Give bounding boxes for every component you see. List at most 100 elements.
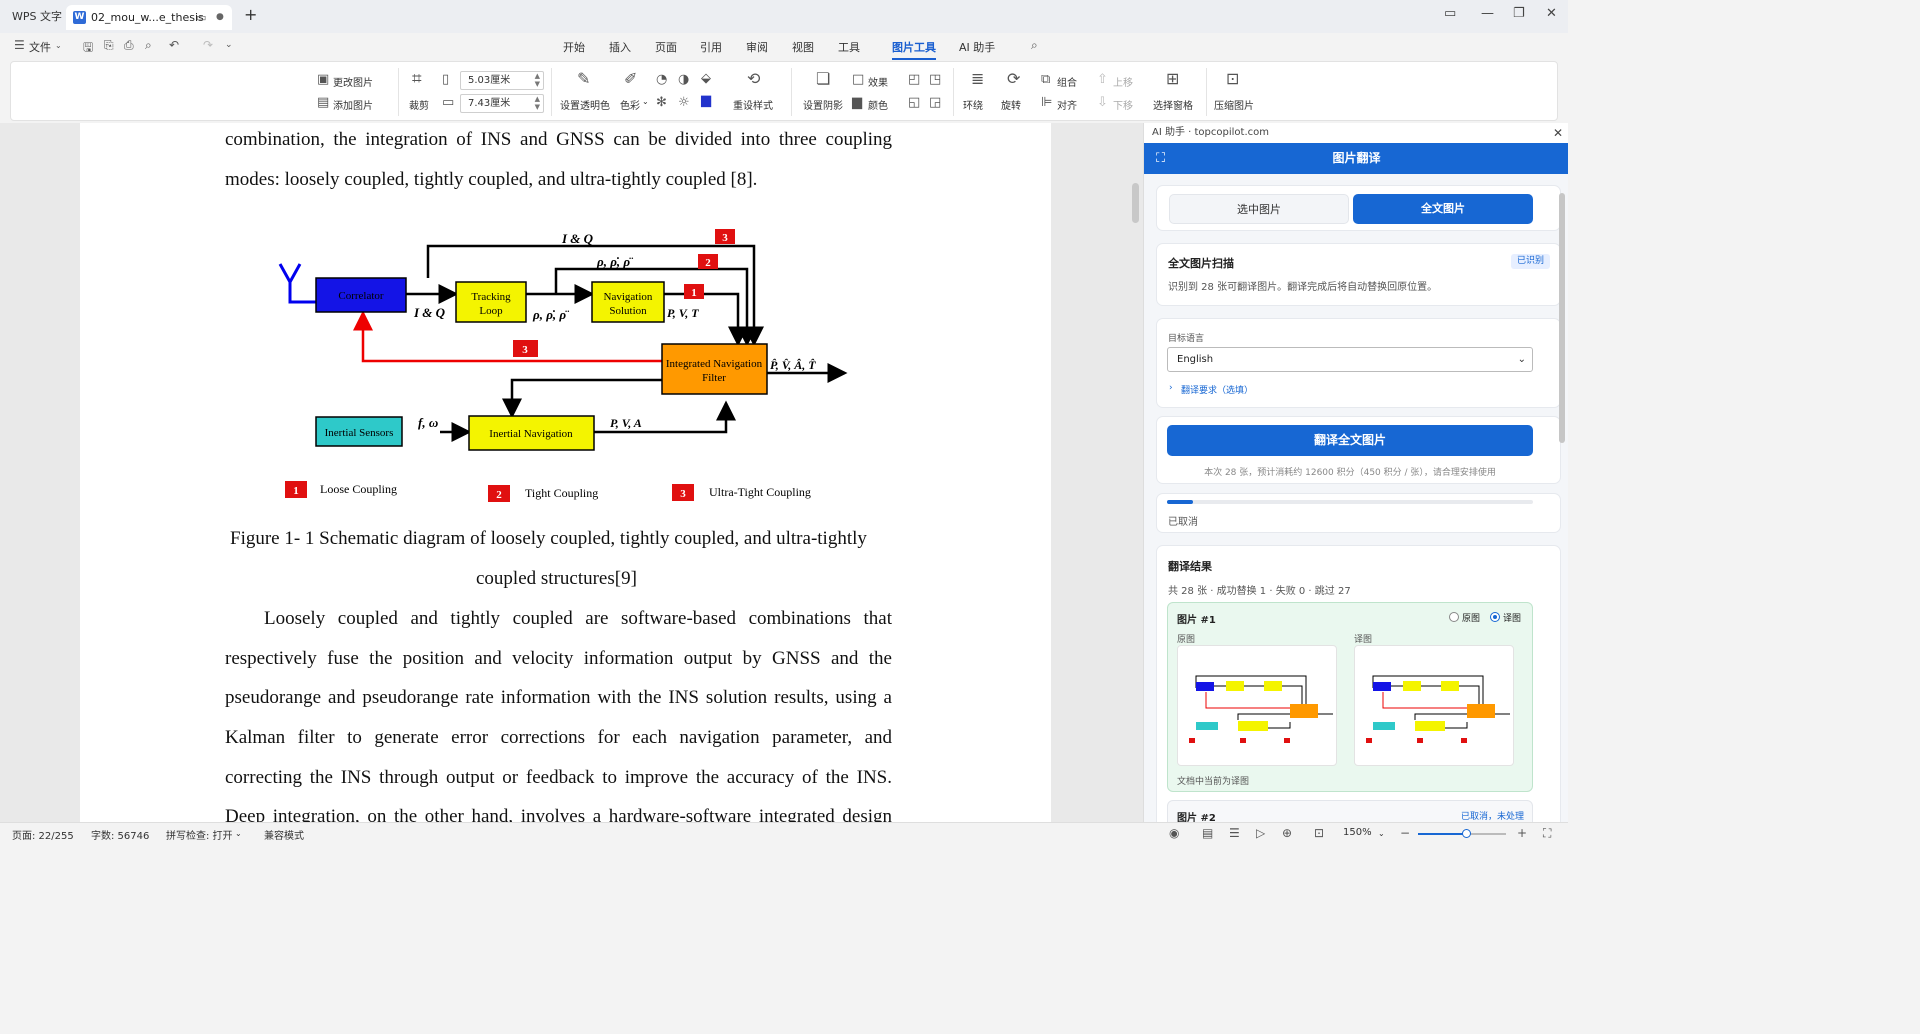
color-style-chevron-icon[interactable]: ⌄ [642,97,649,106]
tab-review[interactable]: 审阅 [746,39,768,55]
sharpen-icon[interactable]: ✻ [656,96,667,110]
color-button[interactable]: 颜色 [868,97,888,112]
svg-text:2: 2 [496,489,502,501]
app-tab-wps[interactable]: WPS 文字 [12,5,62,29]
zoom-slider-handle[interactable] [1462,829,1472,838]
window-mode-icon[interactable]: ▭ [1444,6,1456,21]
shadow-up-icon[interactable]: ◱ [908,96,920,110]
status-bar: 页面: 22/255 字数: 56746 拼写检查: 打开 ⌄ 兼容模式 ◉ ▤… [0,822,1568,844]
redo-icon[interactable]: ↷ [203,38,213,52]
tab-view[interactable]: 视图 [792,39,814,55]
spell-check-chevron-icon[interactable]: ⌄ [235,829,242,838]
effect-button[interactable]: 效果 [868,74,888,89]
zoom-chevron-icon[interactable]: ⌄ [1378,829,1385,838]
translated-thumbnail[interactable] [1354,645,1514,766]
reset-style-button[interactable]: 重设样式 [733,97,773,112]
shadow-down-icon[interactable]: ◲ [929,96,941,110]
compress-image-button[interactable]: 压缩图片 [1214,97,1254,112]
original-radio[interactable] [1449,612,1459,622]
selected-images-tab[interactable]: 选中图片 [1169,194,1349,224]
fullscreen-icon[interactable]: ⛶ [1543,826,1551,841]
page-view-icon[interactable]: ▤ [1202,826,1213,840]
print-preview-icon[interactable]: ⌕ [145,38,152,53]
monitor-icon[interactable]: ▭ [196,5,206,30]
translate-all-images-button[interactable]: 翻译全文图片 [1167,425,1533,456]
file-menu[interactable]: 文件 [29,39,51,55]
selection-pane-button[interactable]: 选择窗格 [1153,97,1193,112]
tab-page[interactable]: 页面 [655,39,677,55]
panel-scrollbar-thumb[interactable] [1559,193,1565,443]
document-tab[interactable]: W 02_mou_w...e_thesis ▭ ● [66,5,232,30]
change-image-button[interactable]: 更改图片 [333,74,373,89]
original-thumbnail[interactable] [1177,645,1337,766]
soften-icon[interactable]: ☼ [678,96,690,110]
export-icon[interactable]: ⎘ [104,38,114,53]
tab-tools[interactable]: 工具 [838,39,860,55]
result-note: 文档中当前为译图 [1177,777,1250,787]
rotate-button[interactable]: 旋转 [1001,97,1021,112]
outline-view-icon[interactable]: ☰ [1229,826,1240,840]
shadow-left-icon[interactable]: ◰ [908,73,920,87]
target-language-select[interactable]: English ⌄ [1167,347,1533,372]
save-icon[interactable]: 🖫 [83,38,93,59]
coupling-diagram-figure[interactable]: Correlator Tracking Loop Navigation Solu… [260,206,856,514]
file-dropdown-chevron-icon[interactable]: ⌄ [55,41,62,50]
panel-scrollbar[interactable] [1558,185,1566,820]
tab-ai-assistant[interactable]: AI 助手 [959,39,995,55]
contrast-icon[interactable]: ◑ [678,73,689,87]
width-stepper-icon[interactable]: ▲ ▼ [535,72,540,88]
height-stepper-icon[interactable]: ▲ ▼ [535,95,540,111]
translation-requirements-link[interactable]: 翻译要求（选填） [1181,383,1253,396]
shadow-right-icon[interactable]: ◳ [929,73,941,87]
translated-radio[interactable] [1490,612,1500,622]
unsaved-dot-icon[interactable]: ● [216,5,224,30]
expand-icon[interactable]: ⛶ [1156,143,1165,174]
menu-icon[interactable]: ☰ [14,38,25,52]
minimize-button[interactable]: — [1481,6,1494,21]
zoom-out-icon[interactable]: − [1400,826,1410,840]
set-transparent-color-button[interactable]: 设置透明色 [560,97,610,112]
move-up-button[interactable]: 上移 [1113,74,1133,89]
width-input[interactable]: 5.03厘米 ▲ ▼ [460,71,544,90]
set-shadow-button[interactable]: 设置阴影 [803,97,843,112]
wrap-icon: ≣ [971,69,985,88]
crop-button[interactable]: 裁剪 [409,97,429,112]
document-scrollbar[interactable] [1132,183,1139,223]
move-down-button[interactable]: 下移 [1113,97,1133,112]
page-indicator[interactable]: 页面: 22/255 [12,827,74,842]
tab-picture-tools[interactable]: 图片工具 [892,39,936,60]
border-color-icon[interactable]: ▆ [701,94,711,108]
align-button[interactable]: 对齐 [1057,97,1077,112]
brightness-icon[interactable]: ◔ [656,73,667,87]
quick-access-more-icon[interactable]: ⌄ [225,40,233,50]
eye-protection-icon[interactable]: ◉ [1169,826,1179,840]
group-button[interactable]: 组合 [1057,74,1077,89]
undo-icon[interactable]: ↶ [169,38,179,52]
document-page[interactable]: combination, the integration of INS and … [80,123,1051,822]
word-count[interactable]: 字数: 56746 [91,827,149,842]
restore-button[interactable]: ❐ [1513,6,1525,21]
fit-page-icon[interactable]: ⊡ [1314,826,1324,840]
all-images-tab[interactable]: 全文图片 [1353,194,1533,224]
close-panel-icon[interactable]: ✕ [1553,123,1563,143]
wrap-button[interactable]: 环绕 [963,97,983,112]
close-window-button[interactable]: ✕ [1546,6,1557,21]
chevron-right-icon[interactable]: › [1169,383,1173,393]
zoom-in-icon[interactable]: + [1517,826,1527,840]
search-icon[interactable]: ⌕ [1031,38,1038,53]
fill-color-icon[interactable]: ⬙ [701,72,711,86]
tab-home[interactable]: 开始 [563,39,585,55]
tab-references[interactable]: 引用 [700,39,722,55]
color-style-button[interactable]: 色彩 [620,97,640,112]
svg-text:3: 3 [522,344,528,356]
tab-insert[interactable]: 插入 [609,39,631,55]
spell-check-status[interactable]: 拼写检查: 打开 [166,827,233,842]
new-tab-button[interactable]: + [244,3,257,27]
height-input[interactable]: 7.43厘米 ▲ ▼ [460,94,544,113]
web-view-icon[interactable]: ⊕ [1282,826,1292,840]
add-image-button[interactable]: 添加图片 [333,97,373,112]
panel-title: AI 助手 · topcopilot.com [1152,127,1269,138]
zoom-level[interactable]: 150% [1343,827,1372,838]
play-icon[interactable]: ▷ [1256,826,1265,840]
print-icon[interactable]: ⎙ [124,38,134,53]
